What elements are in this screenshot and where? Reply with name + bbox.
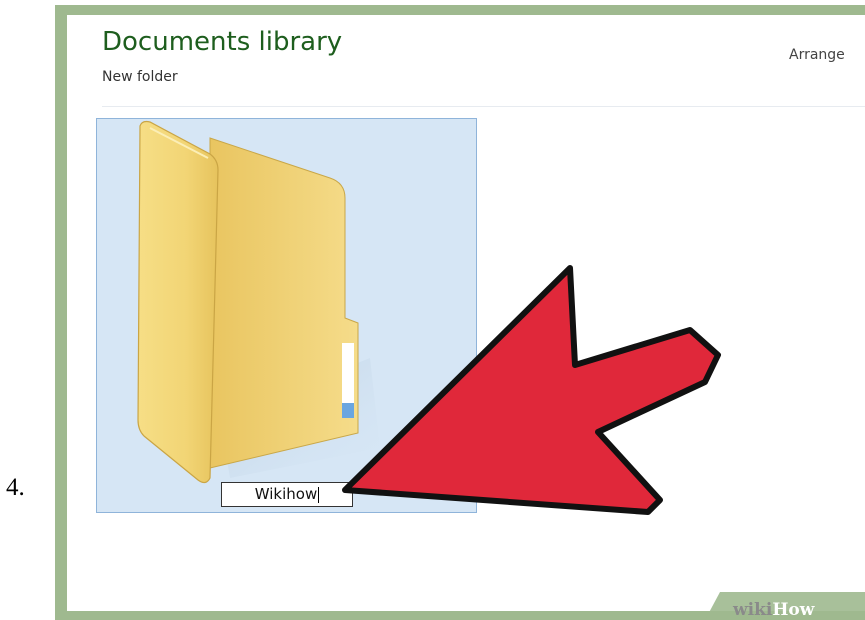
wikihow-watermark: wikiHow [733, 600, 814, 620]
watermark-wiki: wiki [733, 600, 773, 620]
watermark-band [705, 592, 865, 620]
watermark-how: How [772, 600, 815, 620]
